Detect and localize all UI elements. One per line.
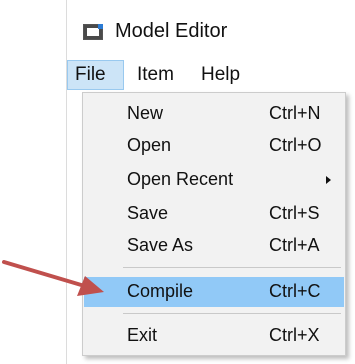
annotation-arrow-icon xyxy=(2,260,104,296)
